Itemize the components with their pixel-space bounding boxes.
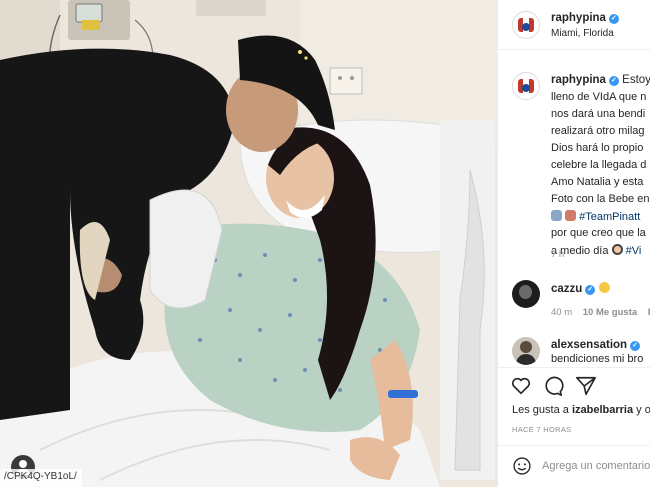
- verified-icon: ✓: [608, 76, 619, 86]
- author-username[interactable]: raphypina ✓: [551, 12, 619, 24]
- caption-line: Estoy: [622, 74, 650, 86]
- caption-line: nos dará una bendi: [551, 108, 646, 120]
- comment-author[interactable]: alexsensation ✓: [551, 339, 641, 351]
- hashtag-link[interactable]: #TeamPinatt: [579, 211, 640, 223]
- comment-author-text[interactable]: alexsensation: [551, 339, 627, 351]
- commenter-avatar[interactable]: [512, 280, 540, 308]
- likes-suffix[interactable]: y o: [636, 404, 650, 416]
- caption-line: realizará otro milag: [551, 125, 645, 137]
- divider: [498, 367, 650, 368]
- post-location[interactable]: Miami, Florida: [551, 28, 614, 39]
- comment-text: bendiciones mi bro: [551, 353, 644, 365]
- emoji-picker-icon[interactable]: [512, 456, 532, 476]
- caption-time-value: 7 h: [551, 249, 565, 260]
- comment-author-text[interactable]: cazzu: [551, 283, 582, 295]
- verified-icon: ✓: [585, 285, 596, 295]
- post-photo-image: [0, 0, 497, 487]
- post-photo[interactable]: /CPK4Q-YB1oL/: [0, 0, 497, 487]
- caption-line: lleno de VIdA que n: [551, 91, 647, 103]
- angel-emoji-icon: [611, 244, 623, 255]
- baby-bottle-icon: [565, 210, 577, 221]
- star-eyes-emoji-icon: [598, 282, 610, 293]
- commenter-avatar[interactable]: [512, 337, 540, 365]
- verified-icon: ✓: [630, 341, 641, 351]
- post-timestamp[interactable]: HACE 7 HORAS: [512, 425, 571, 434]
- liker-username[interactable]: izabelbarria: [572, 404, 633, 416]
- praying-hands-icon: [551, 210, 562, 221]
- url-fragment: /CPK4Q-YB1oL/: [0, 469, 82, 487]
- likes-prefix: Les gusta a: [512, 404, 569, 416]
- caption-line-hashtags: #TeamPinatt: [551, 210, 640, 223]
- post-header: raphypina ✓ Miami, Florida: [498, 0, 650, 50]
- heart-icon[interactable]: [510, 375, 532, 397]
- author-username-text[interactable]: raphypina: [551, 12, 606, 24]
- comment-meta: 40 m 10 Me gusta R: [551, 307, 650, 318]
- divider: [498, 445, 650, 446]
- comment-author[interactable]: cazzu ✓: [551, 282, 610, 295]
- caption-author-avatar[interactable]: [512, 72, 540, 100]
- verified-icon: ✓: [608, 14, 619, 24]
- caption-author[interactable]: raphypina ✓ Estoy: [551, 74, 650, 86]
- comment-likes[interactable]: 10 Me gusta: [583, 307, 637, 318]
- caption-line: Dios hará lo propio: [551, 142, 644, 154]
- caption-line: Foto con la Bebe en: [551, 193, 650, 205]
- caption-line: por que creo que la: [551, 227, 646, 239]
- caption-line: celebre la llegada d: [551, 159, 647, 171]
- author-avatar[interactable]: [512, 11, 540, 39]
- caption-author-text[interactable]: raphypina: [551, 74, 606, 86]
- likes-summary: Les gusta a izabelbarria y o: [512, 404, 650, 416]
- caption-line: Amo Natalia y esta: [551, 176, 644, 188]
- post-side-panel: raphypina ✓ Miami, Florida raphypina ✓ Est…: [497, 0, 650, 487]
- hashtag-link[interactable]: #Vi: [626, 245, 642, 257]
- caption-line: a medio día #Vi: [551, 244, 641, 257]
- comment-input[interactable]: [542, 458, 650, 474]
- send-icon[interactable]: [575, 375, 597, 397]
- comment-icon[interactable]: [542, 375, 564, 397]
- comment-time: 40 m: [551, 307, 573, 318]
